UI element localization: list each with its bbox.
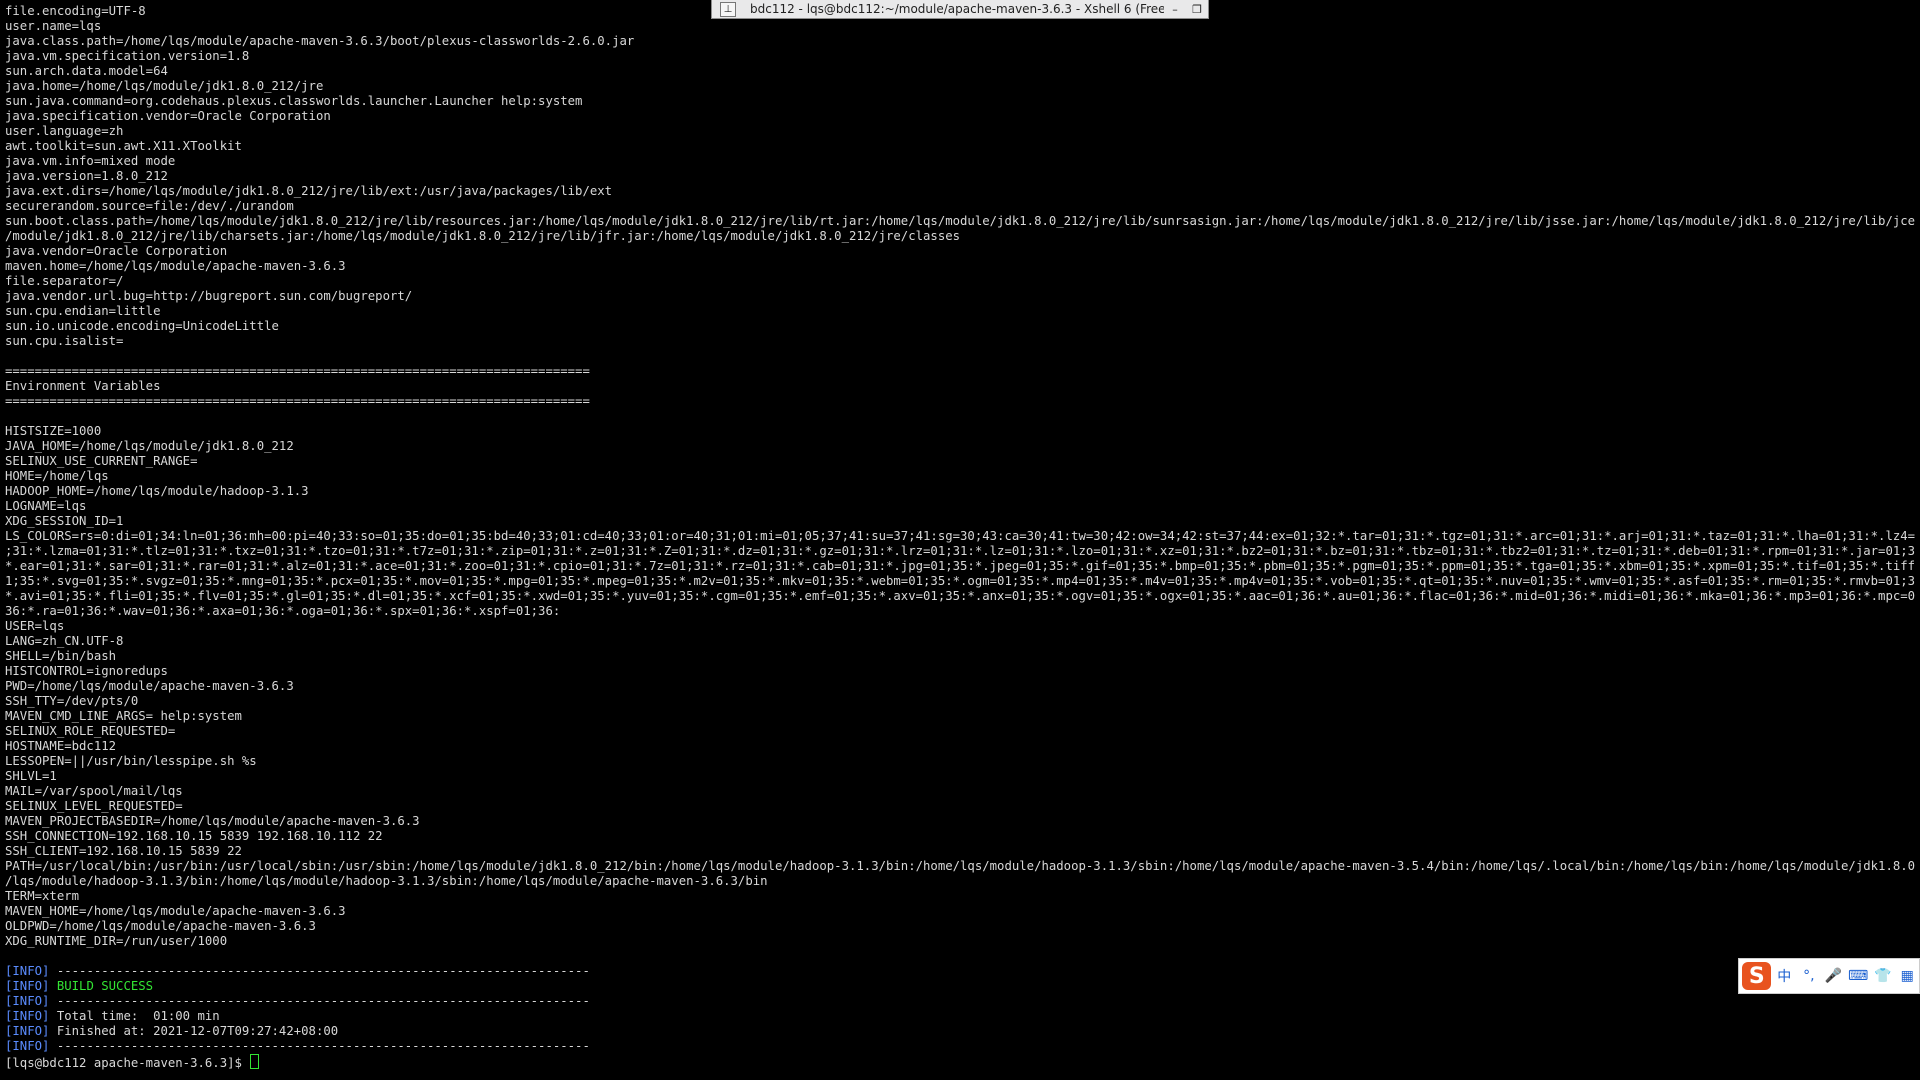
terminal-line: 1;35:*.svg=01;35:*.svgz=01;35:*.mng=01;3… <box>5 574 1915 588</box>
info-text: Finished at: 2021-12-07T09:27:42+08:00 <box>49 1024 339 1038</box>
terminal-line: 36:*.ra=01;36:*.wav=01;36:*.axa=01;36:*.… <box>5 604 561 618</box>
terminal-line: HOME=/home/lqs <box>5 469 109 483</box>
terminal-line: /lqs/module/hadoop-3.1.3/bin:/home/lqs/m… <box>5 874 768 888</box>
terminal-line: sun.io.unicode.encoding=UnicodeLittle <box>5 319 279 333</box>
terminal-line: LESSOPEN=||/usr/bin/lesspipe.sh %s <box>5 754 257 768</box>
terminal-line: ========================================… <box>5 364 590 378</box>
terminal-line: MAVEN_HOME=/home/lqs/module/apache-maven… <box>5 904 346 918</box>
terminal-output[interactable]: file.encoding=UTF-8 user.name=lqs java.cla… <box>5 4 1915 1078</box>
terminal-line: ;31:*.lzma=01;31:*.tlz=01;31:*.txz=01;31… <box>5 544 1915 558</box>
terminal-line: sun.cpu.endian=little <box>5 304 161 318</box>
xshell-title-bar[interactable]: ⊥ bdc112 - lqs@bdc112:~/module/apache-ma… <box>711 0 1209 19</box>
terminal-line: HOSTNAME=bdc112 <box>5 739 117 753</box>
terminal-line: java.vm.info=mixed mode <box>5 154 176 168</box>
info-text: ----------------------------------------… <box>49 964 590 978</box>
terminal-line: LOGNAME=lqs <box>5 499 87 513</box>
info-text: Total time: 01:00 min <box>49 1009 220 1023</box>
terminal-line: java.specification.vendor=Oracle Corpora… <box>5 109 331 123</box>
terminal-line: ========================================… <box>5 394 590 408</box>
terminal-line: java.home=/home/lqs/module/jdk1.8.0_212/… <box>5 79 324 93</box>
ime-toolbar[interactable]: S 中 °, 🎤 ⌨ 👕 ▦ <box>1738 958 1920 994</box>
window-title: bdc112 - lqs@bdc112:~/module/apache-mave… <box>750 2 1164 16</box>
terminal-line: file.separator=/ <box>5 274 124 288</box>
cursor-icon <box>250 1054 260 1069</box>
terminal-line: sun.arch.data.model=64 <box>5 64 168 78</box>
terminal-line: awt.toolkit=sun.awt.X11.XToolkit <box>5 139 242 153</box>
terminal-line: sun.boot.class.path=/home/lqs/module/jdk… <box>5 214 1915 228</box>
terminal-line: user.language=zh <box>5 124 124 138</box>
terminal-line: OLDPWD=/home/lqs/module/apache-maven-3.6… <box>5 919 316 933</box>
terminal-line: HISTCONTROL=ignoredups <box>5 664 168 678</box>
terminal-line: PATH=/usr/local/bin:/usr/bin:/usr/local/… <box>5 859 1915 873</box>
terminal-line: XDG_SESSION_ID=1 <box>5 514 124 528</box>
terminal-line: java.vendor=Oracle Corporation <box>5 244 228 258</box>
terminal-line: XDG_RUNTIME_DIR=/run/user/1000 <box>5 934 228 948</box>
terminal-line: java.vm.specification.version=1.8 <box>5 49 250 63</box>
info-text: ----------------------------------------… <box>49 994 590 1008</box>
terminal-line: LANG=zh_CN.UTF-8 <box>5 634 124 648</box>
shell-prompt-line[interactable]: [lqs@bdc112 apache-maven-3.6.3]$ <box>5 1054 1915 1070</box>
info-text: ----------------------------------------… <box>49 1039 590 1053</box>
terminal-line: SHELL=/bin/bash <box>5 649 117 663</box>
maven-info-line: [INFO] ---------------------------------… <box>5 994 1915 1009</box>
terminal-line: java.vendor.url.bug=http://bugreport.sun… <box>5 289 413 303</box>
terminal-line: java.ext.dirs=/home/lqs/module/jdk1.8.0_… <box>5 184 613 198</box>
microphone-icon[interactable]: 🎤 <box>1822 968 1846 984</box>
terminal-line: securerandom.source=file:/dev/./urandom <box>5 199 294 213</box>
input-mode-chinese[interactable]: 中 <box>1772 966 1796 986</box>
terminal-line: MAVEN_PROJECTBASEDIR=/home/lqs/module/ap… <box>5 814 420 828</box>
terminal-line: SELINUX_ROLE_REQUESTED= <box>5 724 176 738</box>
shell-prompt: [lqs@bdc112 apache-maven-3.6.3]$ <box>5 1056 250 1070</box>
terminal-line: MAIL=/var/spool/mail/lqs <box>5 784 183 798</box>
sogou-logo-icon[interactable]: S <box>1742 962 1772 990</box>
maven-info-line: [INFO] BUILD SUCCESS <box>5 979 1915 994</box>
terminal-line: HADOOP_HOME=/home/lqs/module/hadoop-3.1.… <box>5 484 309 498</box>
info-tag: [INFO] <box>5 1024 50 1038</box>
pin-icon[interactable]: ⊥ <box>720 1 736 17</box>
terminal-line: java.class.path=/home/lqs/module/apache-… <box>5 34 635 48</box>
terminal-line: JAVA_HOME=/home/lqs/module/jdk1.8.0_212 <box>5 439 294 453</box>
info-tag: [INFO] <box>5 1039 50 1053</box>
toolbox-icon[interactable]: ▦ <box>1895 968 1919 984</box>
build-success-text: BUILD SUCCESS <box>49 979 154 993</box>
terminal-line: SHLVL=1 <box>5 769 57 783</box>
terminal-line: SELINUX_LEVEL_REQUESTED= <box>5 799 183 813</box>
maven-info-line: [INFO] ---------------------------------… <box>5 964 1915 979</box>
info-tag: [INFO] <box>5 1009 50 1023</box>
terminal-line: *.avi=01;35:*.fli=01;35:*.flv=01;35:*.gl… <box>5 589 1915 603</box>
terminal-line: sun.cpu.isalist= <box>5 334 124 348</box>
info-tag: [INFO] <box>5 994 50 1008</box>
terminal-line: TERM=xterm <box>5 889 80 903</box>
terminal-line: SELINUX_USE_CURRENT_RANGE= <box>5 454 198 468</box>
terminal-line: USER=lqs <box>5 619 65 633</box>
keyboard-icon[interactable]: ⌨ <box>1846 968 1870 984</box>
terminal-line: SSH_CONNECTION=192.168.10.15 5839 192.16… <box>5 829 383 843</box>
terminal-line: java.version=1.8.0_212 <box>5 169 168 183</box>
terminal-line: SSH_CLIENT=192.168.10.15 5839 22 <box>5 844 242 858</box>
terminal-line: /module/jdk1.8.0_212/jre/lib/charsets.ja… <box>5 229 961 243</box>
maven-info-line: [INFO] Total time: 01:00 min <box>5 1009 1915 1024</box>
terminal-line: SSH_TTY=/dev/pts/0 <box>5 694 139 708</box>
info-tag: [INFO] <box>5 979 50 993</box>
terminal-line: LS_COLORS=rs=0:di=01;34:ln=01;36:mh=00:p… <box>5 529 1915 543</box>
skin-icon[interactable]: 👕 <box>1871 968 1895 984</box>
info-tag: [INFO] <box>5 964 50 978</box>
terminal-line: Environment Variables <box>5 379 161 393</box>
terminal-line: MAVEN_CMD_LINE_ARGS= help:system <box>5 709 242 723</box>
terminal-line: sun.java.command=org.codehaus.plexus.cla… <box>5 94 583 108</box>
punctuation-icon[interactable]: °, <box>1797 968 1821 984</box>
terminal-line: maven.home=/home/lqs/module/apache-maven… <box>5 259 346 273</box>
restore-button[interactable]: ❐ <box>1186 1 1208 18</box>
terminal-line: HISTSIZE=1000 <box>5 424 102 438</box>
maven-info-line: [INFO] ---------------------------------… <box>5 1039 1915 1054</box>
terminal-line: PWD=/home/lqs/module/apache-maven-3.6.3 <box>5 679 294 693</box>
minimize-button[interactable]: – <box>1164 1 1186 18</box>
terminal-line: *.ear=01;31:*.sar=01;31:*.rar=01;31:*.al… <box>5 559 1915 573</box>
maven-info-line: [INFO] Finished at: 2021-12-07T09:27:42+… <box>5 1024 1915 1039</box>
terminal-line: user.name=lqs <box>5 19 102 33</box>
